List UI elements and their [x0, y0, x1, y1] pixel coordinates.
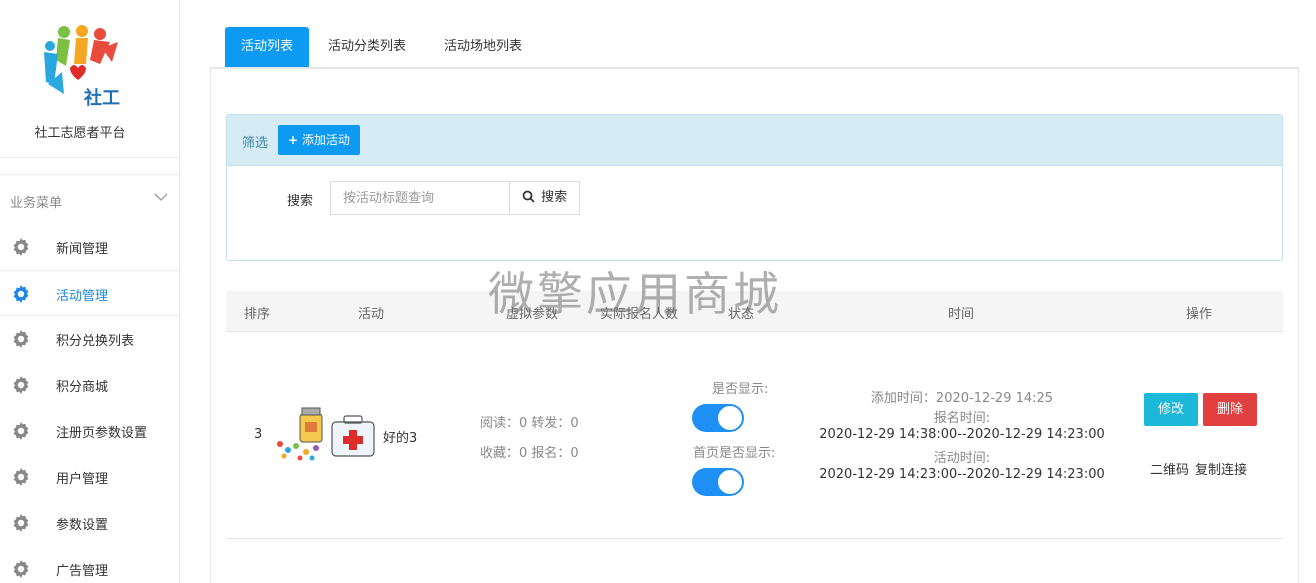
activity-thumbnail-icon — [277, 407, 375, 461]
sidebar-item-ads[interactable]: 广告管理 — [0, 546, 180, 583]
edit-button[interactable]: 修改 — [1144, 393, 1198, 426]
sidebar-item-points-mall[interactable]: 积分商城 — [0, 362, 180, 408]
sidebar-item-params[interactable]: 参数设置 — [0, 500, 180, 546]
watermark: 微擎应用商城 — [488, 267, 782, 321]
sidebar-item-label: 参数设置 — [56, 518, 109, 533]
filter-title: 筛选 — [242, 136, 269, 151]
gear-icon — [13, 238, 29, 256]
sidebar-item-points-exchange[interactable]: 积分兑换列表 — [0, 316, 180, 362]
tab-divider — [210, 67, 1299, 69]
sidebar-item-label: 活动管理 — [56, 289, 109, 304]
home-show-label: 首页是否显示: — [693, 446, 776, 461]
show-label: 是否显示: — [712, 382, 769, 397]
signup-time-range: 2020-12-29 14:38:00--2020-12-29 14:23:00 — [819, 427, 1105, 442]
search-button[interactable]: 搜索 — [509, 181, 580, 215]
row-sort: 3 — [254, 427, 263, 442]
row-reads-forwards: 阅读：0 转发：0 — [480, 416, 579, 431]
search-icon — [522, 190, 535, 203]
qrcode-link[interactable]: 二维码 — [1150, 459, 1189, 478]
gear-icon — [13, 468, 29, 486]
add-activity-button[interactable]: + 添加活动 — [278, 125, 360, 155]
logo-area: 社工 社工志愿者平台 — [0, 0, 180, 158]
gear-icon — [13, 376, 29, 394]
row-title: 好的3 — [383, 431, 418, 446]
gear-icon — [13, 330, 29, 348]
add-activity-label: 添加活动 — [301, 133, 350, 147]
filter-header: 筛选 + 添加活动 — [227, 115, 1282, 166]
copy-link[interactable]: 复制连接 — [1195, 459, 1247, 478]
col-activity: 活动 — [358, 307, 385, 322]
sidebar-item-label: 积分兑换列表 — [56, 334, 135, 349]
home-show-toggle[interactable] — [692, 468, 744, 496]
tab-activity-list[interactable]: 活动列表 — [225, 27, 310, 67]
logo-text: 社工 — [84, 88, 120, 109]
filter-panel: 筛选 + 添加活动 搜索 搜索 — [226, 114, 1283, 261]
sidebar-item-label: 广告管理 — [56, 564, 109, 579]
gear-icon — [13, 514, 29, 532]
row-favs-signups: 收藏：0 报名：0 — [480, 446, 579, 461]
sidebar-item-label: 注册页参数设置 — [56, 426, 148, 441]
table-row: 3 好的3 阅读：0 转发：0 收藏：0 报名：0 是否显示: 首页是否显示: … — [226, 332, 1283, 539]
gear-icon — [13, 422, 29, 440]
menu-header-label: 业务菜单 — [10, 196, 63, 211]
col-actions: 操作 — [1186, 307, 1213, 322]
sidebar-item-label: 积分商城 — [56, 380, 109, 395]
col-sort: 排序 — [244, 307, 271, 322]
gear-icon — [13, 285, 29, 303]
search-input[interactable] — [330, 181, 510, 215]
sidebar-item-register-settings[interactable]: 注册页参数设置 — [0, 408, 180, 454]
sidebar-item-activity[interactable]: 活动管理 — [0, 270, 180, 316]
chevron-down-icon — [154, 193, 168, 201]
tab-activity-category[interactable]: 活动分类列表 — [312, 27, 422, 67]
gear-icon — [13, 560, 29, 578]
signup-time-label: 报名时间: — [933, 411, 991, 426]
show-toggle[interactable] — [692, 404, 744, 432]
plus-icon: + — [288, 133, 299, 147]
platform-name: 社工志愿者平台 — [34, 126, 126, 141]
menu-header[interactable]: 业务菜单 — [0, 174, 180, 222]
sidebar-item-users[interactable]: 用户管理 — [0, 454, 180, 500]
col-time: 时间 — [948, 307, 975, 322]
sidebar: 社工 社工志愿者平台 业务菜单 新闻管理 活动管理 积分兑换列表 积分商城 注册… — [0, 0, 180, 583]
sidebar-item-label: 新闻管理 — [56, 242, 109, 257]
tab-activity-venue[interactable]: 活动场地列表 — [428, 27, 538, 67]
delete-button[interactable]: 删除 — [1203, 393, 1257, 426]
search-button-label: 搜索 — [541, 190, 568, 205]
activity-time-label: 活动时间: — [933, 451, 991, 466]
search-label: 搜索 — [287, 194, 314, 209]
sidebar-item-news[interactable]: 新闻管理 — [0, 224, 180, 270]
add-time: 添加时间：2020-12-29 14:25 — [870, 391, 1054, 406]
activity-time-range: 2020-12-29 14:23:00--2020-12-29 14:23:00 — [819, 467, 1105, 482]
sidebar-item-label: 用户管理 — [56, 472, 109, 487]
